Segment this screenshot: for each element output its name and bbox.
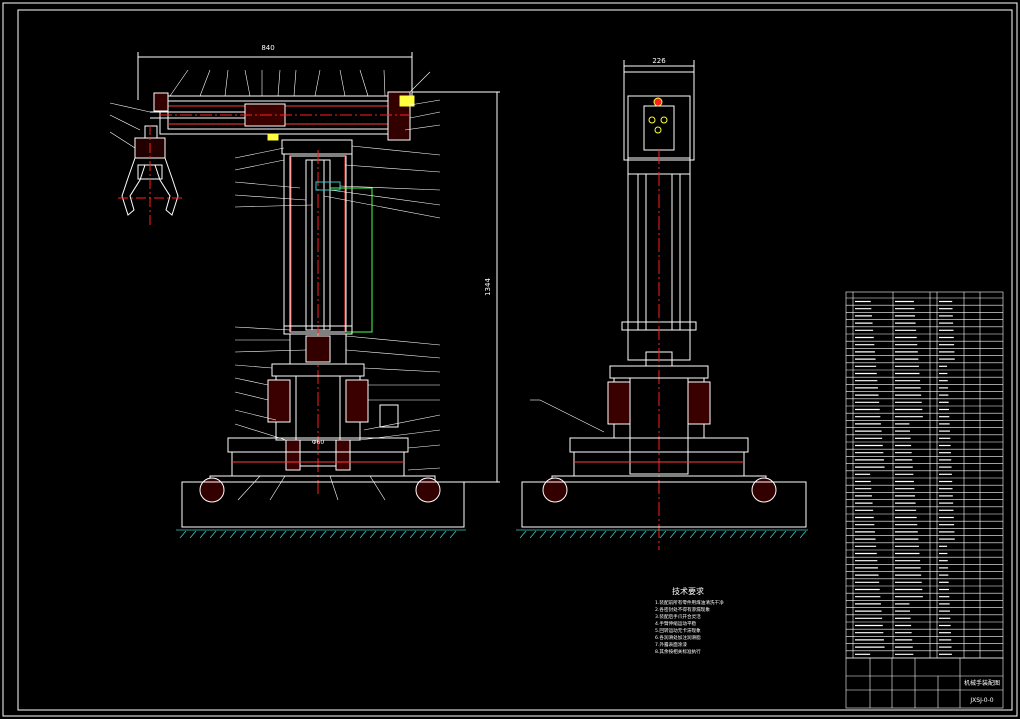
title-drawing-name: 机械手装配图 <box>964 679 1000 687</box>
dim-head-width: 226 <box>652 57 666 65</box>
tech-notes: 技术要求 1.装配前所有零件用煤油清洗干净 2.各密封处不得有渗漏现象 3.装配… <box>655 586 724 655</box>
dim-bore: Φ60 <box>312 439 325 446</box>
tech-note-7: 7.外露表面涂漆 <box>655 641 687 648</box>
side-view: 226 <box>521 57 807 550</box>
dim-arm-width: 840 <box>261 44 274 52</box>
tech-note-1: 1.装配前所有零件用煤油清洗干净 <box>655 599 724 606</box>
front-view: 840 1344 Φ60 <box>109 44 500 528</box>
tech-notes-title: 技术要求 <box>672 586 704 596</box>
parts-list <box>845 291 1004 659</box>
ground-hatch-side <box>516 529 808 539</box>
title-drawing-number: JXSJ-0-0 <box>969 697 993 704</box>
tech-note-6: 6.各润滑处加注润滑脂 <box>655 634 701 641</box>
tech-note-5: 5.回转运动无卡滞现象 <box>655 627 701 634</box>
tech-note-8: 8.其余按相关标准执行 <box>655 648 701 655</box>
ground-hatch-front <box>176 529 466 539</box>
dim-column-height: 1344 <box>484 278 492 296</box>
cad-drawing: 840 1344 Φ60 226 技术要求 1.装配前所有零件用煤油清洗干净 2… <box>2 2 1018 717</box>
tech-note-3: 3.装配后手爪开合灵活 <box>655 613 701 620</box>
tech-note-4: 4.手臂伸缩运动平稳 <box>655 620 697 627</box>
tech-note-2: 2.各密封处不得有渗漏现象 <box>655 606 710 613</box>
